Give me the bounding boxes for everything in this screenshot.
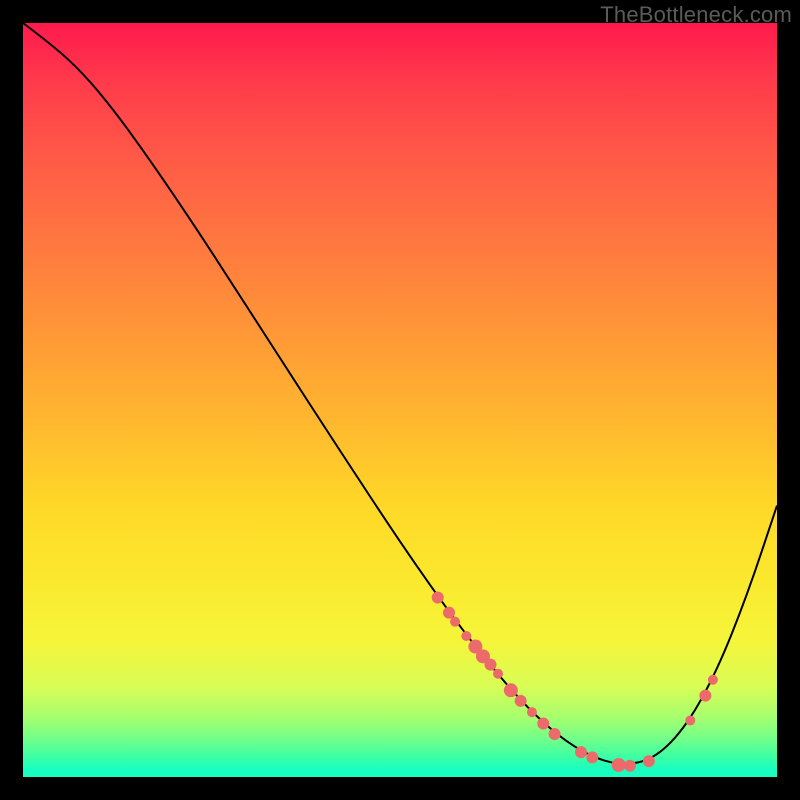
watermark-text: TheBottleneck.com (600, 2, 792, 28)
data-marker (643, 755, 655, 767)
chart-area (23, 23, 777, 777)
data-marker (624, 760, 636, 772)
data-marker (537, 717, 549, 729)
plot-svg (23, 23, 777, 777)
data-marker (685, 715, 695, 725)
data-marker (504, 683, 518, 697)
data-marker (575, 746, 587, 758)
data-marker (450, 617, 460, 627)
data-marker (432, 592, 444, 604)
data-marker (586, 751, 598, 763)
data-marker (708, 675, 718, 685)
data-marker (549, 728, 561, 740)
data-marker (484, 659, 496, 671)
data-marker (527, 707, 537, 717)
data-marker (699, 690, 711, 702)
data-markers (432, 592, 718, 772)
data-marker (493, 669, 503, 679)
data-marker (461, 631, 471, 641)
bottleneck-curve (23, 23, 777, 764)
data-marker (515, 695, 527, 707)
data-marker (443, 607, 455, 619)
data-marker (612, 758, 626, 772)
